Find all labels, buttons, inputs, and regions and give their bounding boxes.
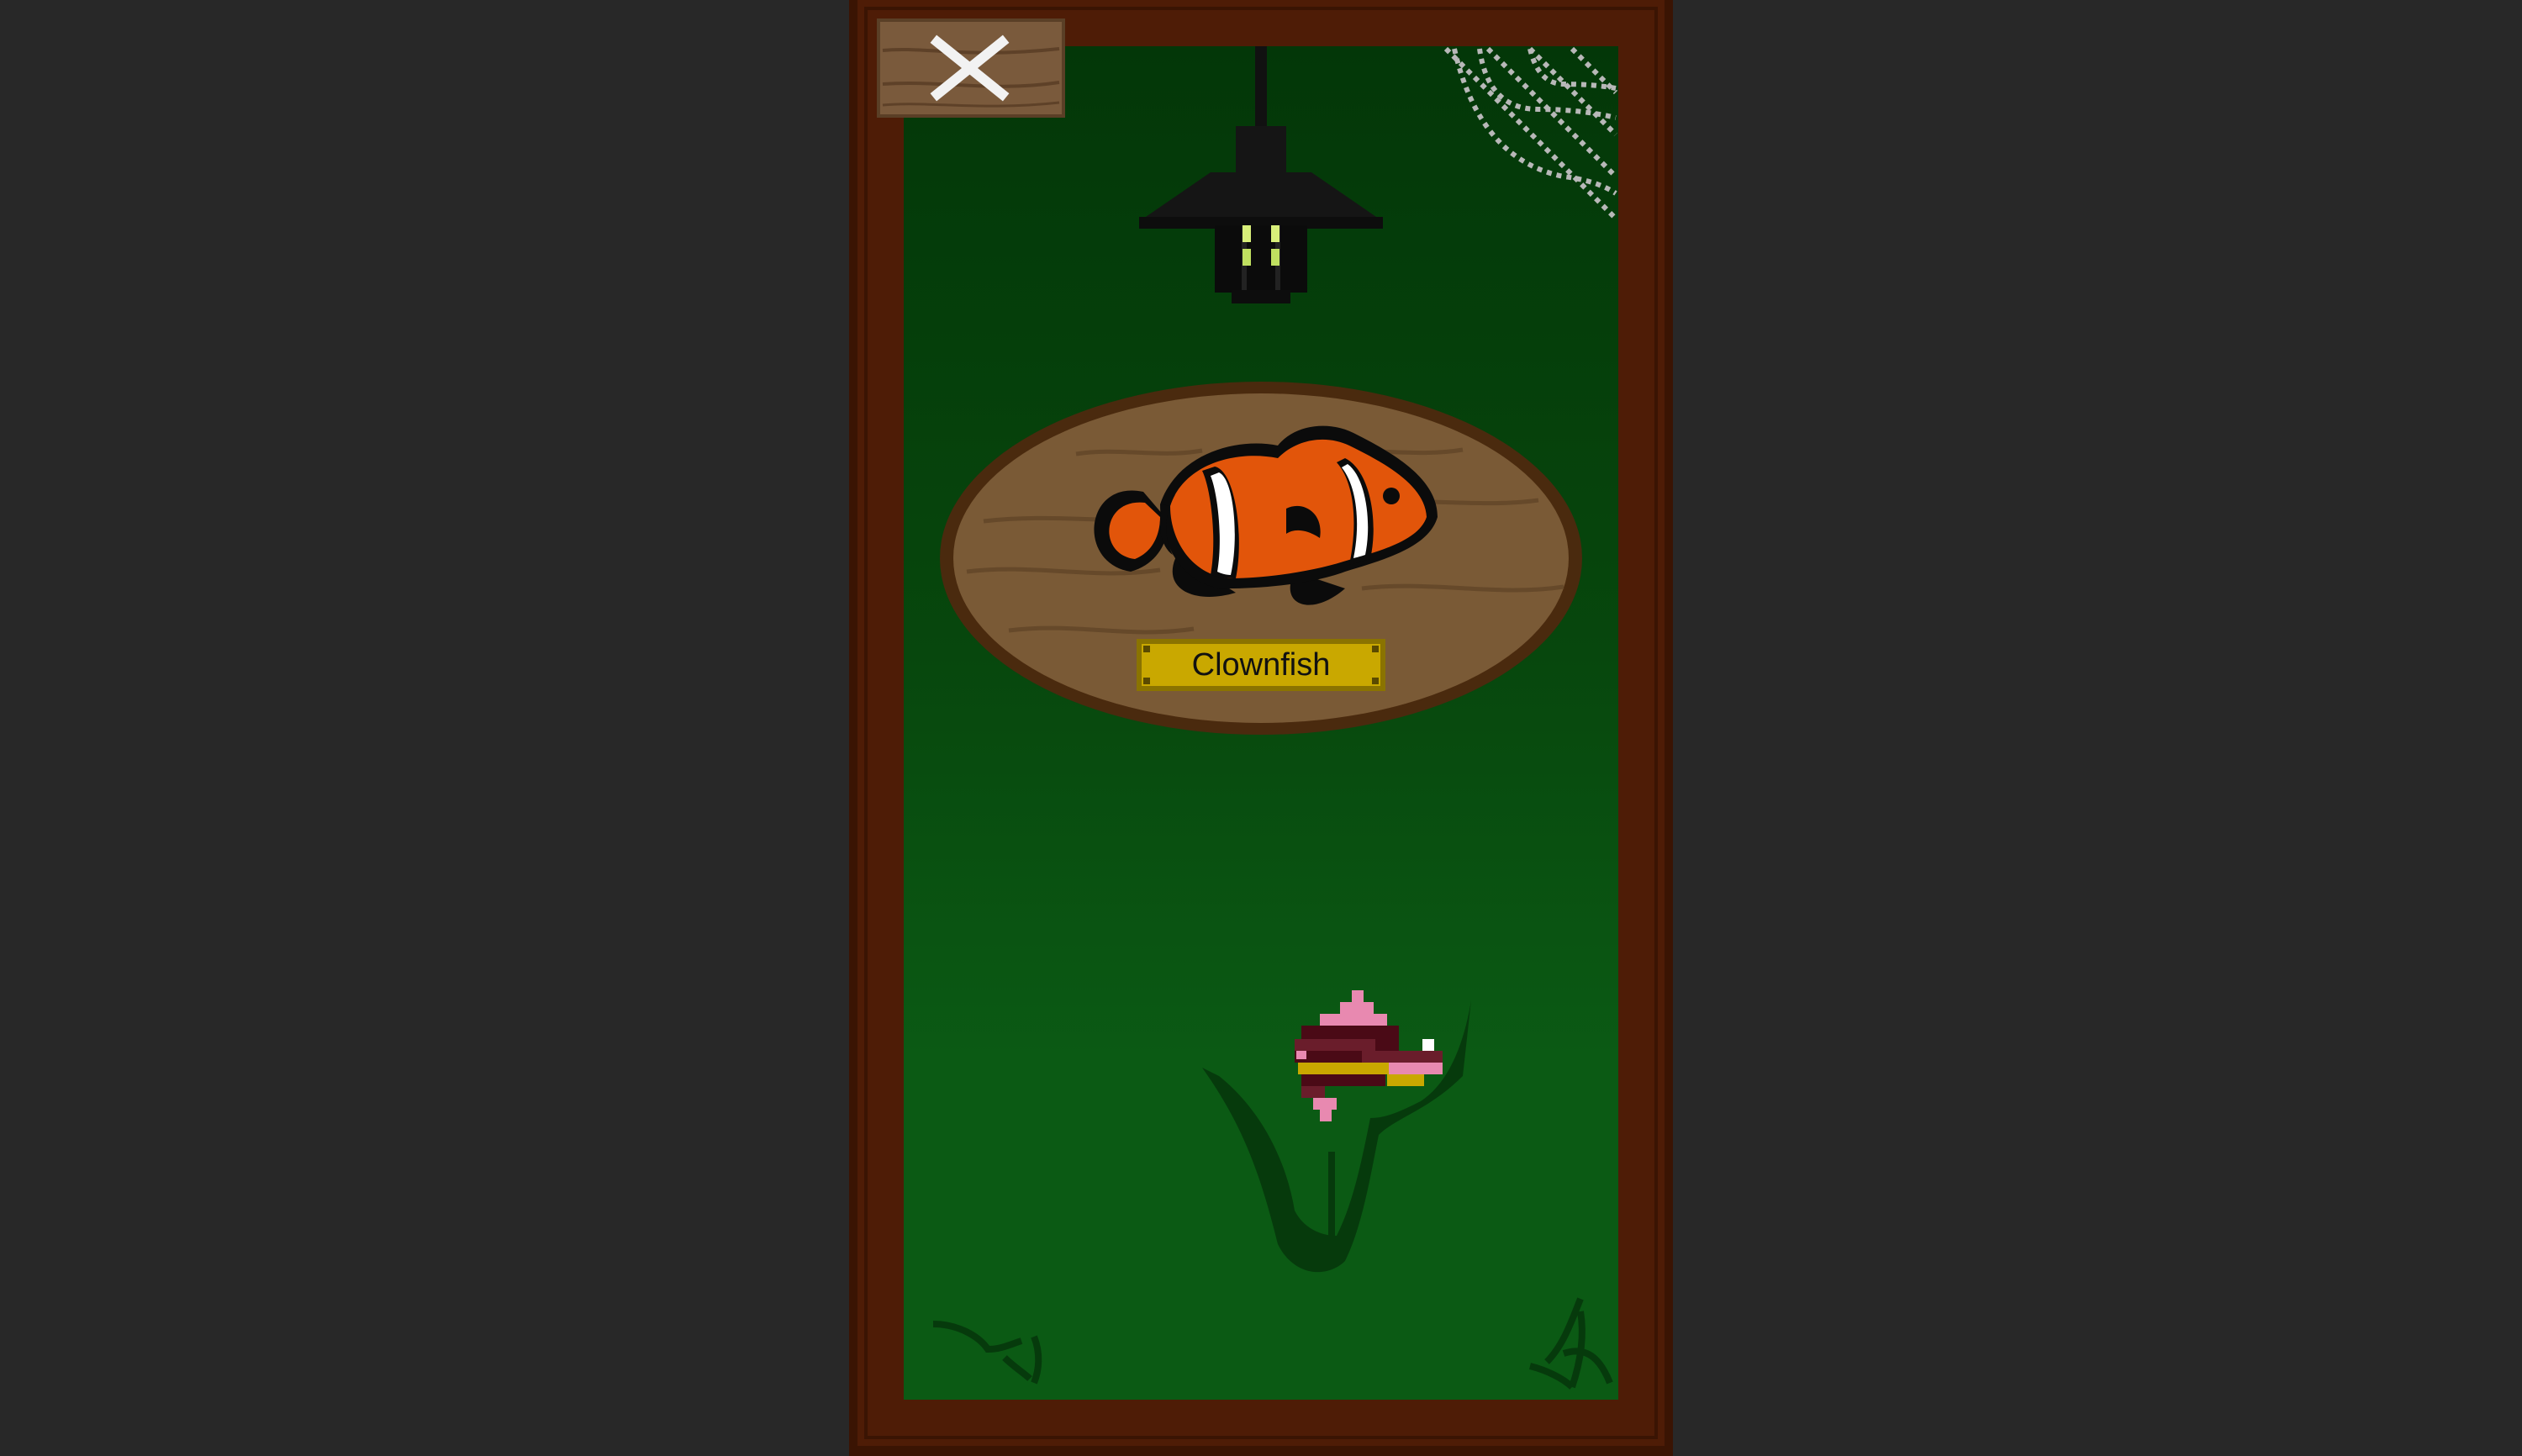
nameplate — [1137, 639, 1385, 691]
close-button-hitarea[interactable] — [878, 20, 1063, 116]
trophy-room-scene — [0, 0, 2522, 1456]
